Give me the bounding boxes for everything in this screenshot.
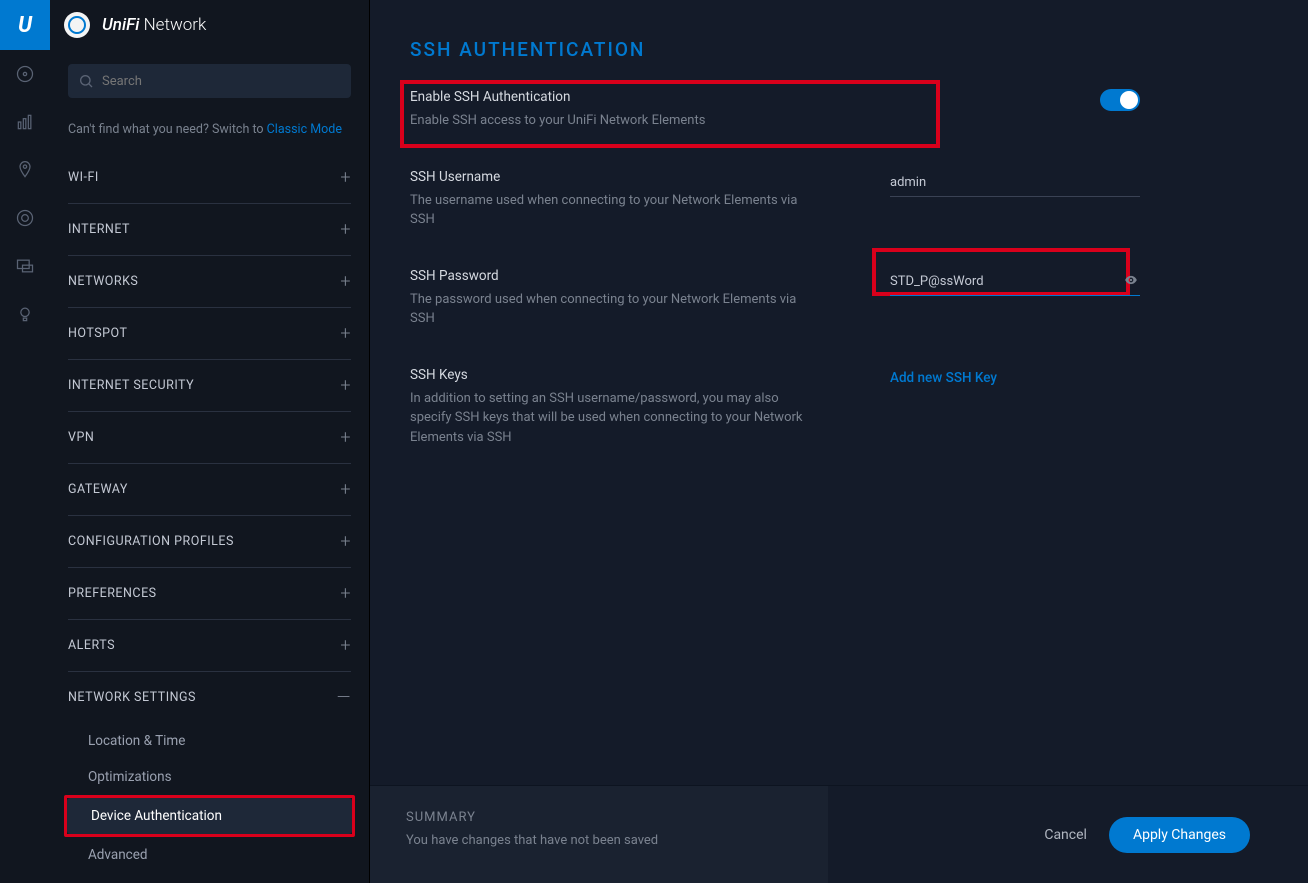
- ssh-username-input[interactable]: [890, 169, 1140, 197]
- main-panel: SSH AUTHENTICATION Enable SSH Authentica…: [370, 0, 1308, 883]
- settings-menu: WI-FI+ INTERNET+ NETWORKS+ HOTSPOT+ INTE…: [50, 151, 369, 883]
- ssh-password-desc: The password used when connecting to you…: [410, 290, 810, 329]
- footer-summary: SUMMARY You have changes that have not b…: [370, 786, 828, 883]
- ssh-keys-desc: In addition to setting an SSH username/p…: [410, 389, 810, 448]
- sub-device-auth[interactable]: Device Authentication: [67, 798, 352, 834]
- apply-button[interactable]: Apply Changes: [1109, 817, 1250, 853]
- stats-icon[interactable]: [0, 98, 50, 146]
- settings-sidebar: UniFi Network Can't find what you need? …: [50, 0, 370, 883]
- minus-icon: —: [337, 687, 351, 708]
- plus-icon: +: [340, 219, 351, 240]
- plus-icon: +: [340, 583, 351, 604]
- ssh-password-label: SSH Password: [410, 268, 810, 284]
- plus-icon: +: [340, 479, 351, 500]
- dashboard-icon[interactable]: [0, 50, 50, 98]
- ssh-username-label: SSH Username: [410, 169, 810, 185]
- enable-ssh-toggle[interactable]: [1100, 89, 1140, 111]
- plus-icon: +: [340, 427, 351, 448]
- menu-config-profiles[interactable]: CONFIGURATION PROFILES+: [68, 515, 351, 567]
- search-icon: [78, 73, 94, 89]
- search-input-wrap[interactable]: [68, 64, 351, 98]
- classic-mode-hint: Can't find what you need? Switch to Clas…: [50, 104, 369, 151]
- map-icon[interactable]: [0, 146, 50, 194]
- menu-vpn[interactable]: VPN+: [68, 411, 351, 463]
- menu-wifi[interactable]: WI-FI+: [68, 151, 351, 203]
- highlight-box: Device Authentication: [64, 795, 355, 837]
- cancel-button[interactable]: Cancel: [1044, 827, 1087, 843]
- plus-icon: +: [340, 635, 351, 656]
- app-header: UniFi Network: [50, 0, 369, 50]
- setting-ssh-password: SSH Password The password used when conn…: [410, 268, 1268, 329]
- setting-enable-ssh: Enable SSH Authentication Enable SSH acc…: [410, 89, 1268, 131]
- search-input[interactable]: [102, 74, 341, 89]
- insights-icon[interactable]: [0, 290, 50, 338]
- sub-advanced[interactable]: Advanced: [68, 837, 351, 873]
- network-logo-icon: [64, 12, 90, 38]
- plus-icon: +: [340, 323, 351, 344]
- ssh-keys-label: SSH Keys: [410, 367, 810, 383]
- devices-icon[interactable]: [0, 194, 50, 242]
- ssh-username-desc: The username used when connecting to you…: [410, 191, 810, 230]
- enable-ssh-label: Enable SSH Authentication: [410, 89, 810, 105]
- menu-gateway[interactable]: GATEWAY+: [68, 463, 351, 515]
- plus-icon: +: [340, 375, 351, 396]
- footer-bar: SUMMARY You have changes that have not b…: [370, 785, 1308, 883]
- icon-rail: U: [0, 0, 50, 883]
- brand-title: UniFi Network: [102, 15, 206, 35]
- plus-icon: +: [340, 531, 351, 552]
- unifi-logo-icon[interactable]: U: [0, 0, 50, 50]
- setting-ssh-username: SSH Username The username used when conn…: [410, 169, 1268, 230]
- menu-preferences[interactable]: PREFERENCES+: [68, 567, 351, 619]
- add-ssh-key-link[interactable]: Add new SSH Key: [890, 370, 997, 386]
- menu-internet[interactable]: INTERNET+: [68, 203, 351, 255]
- plus-icon: +: [340, 167, 351, 188]
- setting-ssh-keys: SSH Keys In addition to setting an SSH u…: [410, 367, 1268, 448]
- content-area: SSH AUTHENTICATION Enable SSH Authentica…: [370, 0, 1308, 785]
- page-title: SSH AUTHENTICATION: [410, 38, 1268, 61]
- menu-network-settings[interactable]: NETWORK SETTINGS—: [68, 671, 351, 723]
- eye-icon[interactable]: [1124, 272, 1138, 291]
- menu-internet-security[interactable]: INTERNET SECURITY+: [68, 359, 351, 411]
- summary-title: SUMMARY: [406, 810, 792, 825]
- plus-icon: +: [340, 271, 351, 292]
- menu-networks[interactable]: NETWORKS+: [68, 255, 351, 307]
- menu-alerts[interactable]: ALERTS+: [68, 619, 351, 671]
- classic-mode-link[interactable]: Classic Mode: [267, 122, 342, 137]
- enable-ssh-desc: Enable SSH access to your UniFi Network …: [410, 111, 810, 131]
- menu-hotspot[interactable]: HOTSPOT+: [68, 307, 351, 359]
- sub-optimizations[interactable]: Optimizations: [68, 759, 351, 795]
- ssh-password-input[interactable]: [890, 268, 1140, 296]
- sub-location-time[interactable]: Location & Time: [68, 723, 351, 759]
- clients-icon[interactable]: [0, 242, 50, 290]
- network-settings-subitems: Location & Time Optimizations Device Aut…: [68, 723, 351, 883]
- summary-text: You have changes that have not been save…: [406, 833, 792, 848]
